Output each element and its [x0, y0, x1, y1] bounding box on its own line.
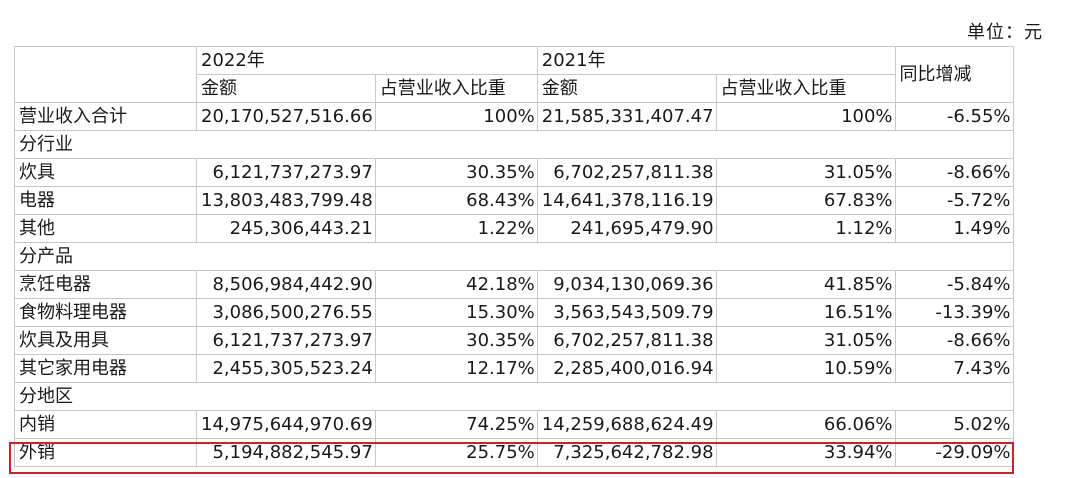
share-2021-cell: 66.06%: [715, 410, 896, 439]
amount-2022-cell: 6,121,737,273.97: [196, 326, 376, 355]
header-row-years: 2022年 2021年 同比增减: [14, 46, 1014, 103]
amount-2021-cell: 7,325,642,782.98: [536, 438, 717, 467]
table-row: 炊具 6,121,737,273.97 30.35% 6,702,257,811.38…: [14, 158, 1014, 187]
row-label: 内销: [14, 410, 197, 439]
section-row: 分地区: [14, 382, 1014, 411]
table-row: 炊具及用具 6,121,737,273.97 30.35% 6,702,257,811…: [14, 326, 1014, 355]
share-2022-cell: 68.43%: [374, 186, 538, 215]
row-label: 烹饪电器: [14, 270, 197, 299]
revenue-table: 2022年 2021年 同比增减 金额 占营业收入比重 金额 占营业收入比重 营…: [14, 46, 1014, 467]
yoy-cell: -8.66%: [894, 326, 1014, 355]
share-2021-cell: 100%: [715, 102, 896, 131]
share-2022-cell: 30.35%: [374, 326, 538, 355]
table-row: 烹饪电器 8,506,984,442.90 42.18% 9,034,130,069.…: [14, 270, 1014, 299]
row-label: 其他: [14, 214, 197, 243]
table-row: 其它家用电器 2,455,305,523.24 12.17% 2,285,400,01…: [14, 354, 1014, 383]
yoy-cell: -5.84%: [894, 270, 1014, 299]
header-year-2021: 2021年: [536, 46, 896, 75]
share-2021-cell: 31.05%: [715, 326, 896, 355]
table-row: 外销 5,194,882,545.97 25.75% 7,325,642,782.98…: [14, 438, 1014, 467]
amount-2022-cell: 6,121,737,273.97: [196, 158, 376, 187]
table-row: 内销 14,975,644,970.69 74.25% 14,259,688,624.…: [14, 410, 1014, 439]
amount-2022-cell: 8,506,984,442.90: [196, 270, 376, 299]
amount-2021-cell: 241,695,479.90: [536, 214, 717, 243]
section-row: 分产品: [14, 242, 1014, 271]
yoy-cell: 7.43%: [894, 354, 1014, 383]
share-2022-cell: 30.35%: [374, 158, 538, 187]
amount-2022-cell: 245,306,443.21: [196, 214, 376, 243]
amount-2022-cell: 3,086,500,276.55: [196, 298, 376, 327]
yoy-cell: 5.02%: [894, 410, 1014, 439]
share-2022-cell: 42.18%: [374, 270, 538, 299]
amount-2021-cell: 3,563,543,509.79: [536, 298, 717, 327]
share-2022-cell: 1.22%: [374, 214, 538, 243]
amount-2021-cell: 14,641,378,116.19: [536, 186, 717, 215]
amount-2022-cell: 14,975,644,970.69: [196, 410, 376, 439]
share-2022-cell: 12.17%: [374, 354, 538, 383]
amount-2022-cell: 20,170,527,516.66: [196, 102, 376, 131]
table-row: 营业收入合计 20,170,527,516.66 100% 21,585,331,40…: [14, 102, 1014, 131]
yoy-cell: -5.72%: [894, 186, 1014, 215]
revenue-table-body: 2022年 2021年 同比增减 金额 占营业收入比重 金额 占营业收入比重 营…: [14, 46, 1014, 467]
row-label: 营业收入合计: [14, 102, 197, 131]
amount-2021-cell: 6,702,257,811.38: [536, 326, 717, 355]
yoy-cell: -29.09%: [894, 438, 1014, 467]
header-share-2022: 占营业收入比重: [374, 74, 538, 103]
share-2022-cell: 15.30%: [374, 298, 538, 327]
header-year-2022: 2022年: [196, 46, 538, 75]
yoy-cell: -6.55%: [894, 102, 1014, 131]
share-2021-cell: 41.85%: [715, 270, 896, 299]
section-label: 分地区: [14, 382, 1014, 411]
section-label: 分产品: [14, 242, 1014, 271]
yoy-cell: 1.49%: [894, 214, 1014, 243]
amount-2021-cell: 2,285,400,016.94: [536, 354, 717, 383]
row-label: 炊具及用具: [14, 326, 197, 355]
yoy-cell: -8.66%: [894, 158, 1014, 187]
row-label: 炊具: [14, 158, 197, 187]
header-corner-cell: [14, 46, 197, 103]
share-2021-cell: 33.94%: [715, 438, 896, 467]
table-row: 电器 13,803,483,799.48 68.43% 14,641,378,116.…: [14, 186, 1014, 215]
share-2022-cell: 74.25%: [374, 410, 538, 439]
row-label: 其它家用电器: [14, 354, 197, 383]
yoy-cell: -13.39%: [894, 298, 1014, 327]
amount-2022-cell: 2,455,305,523.24: [196, 354, 376, 383]
share-2021-cell: 31.05%: [715, 158, 896, 187]
share-2021-cell: 67.83%: [715, 186, 896, 215]
share-2022-cell: 25.75%: [374, 438, 538, 467]
header-amount-2021: 金额: [536, 74, 717, 103]
row-label: 食物料理电器: [14, 298, 197, 327]
section-row: 分行业: [14, 130, 1014, 159]
section-label: 分行业: [14, 130, 1014, 159]
share-2021-cell: 1.12%: [715, 214, 896, 243]
amount-2021-cell: 21,585,331,407.47: [536, 102, 717, 131]
amount-2021-cell: 6,702,257,811.38: [536, 158, 717, 187]
header-amount-2022: 金额: [196, 74, 376, 103]
share-2021-cell: 10.59%: [715, 354, 896, 383]
table-row: 食物料理电器 3,086,500,276.55 15.30% 3,563,543,50…: [14, 298, 1014, 327]
header-share-2021: 占营业收入比重: [715, 74, 896, 103]
share-2022-cell: 100%: [374, 102, 538, 131]
header-yoy: 同比增减: [894, 46, 1014, 103]
unit-label: 单位：元: [967, 22, 1043, 43]
share-2021-cell: 16.51%: [715, 298, 896, 327]
row-label: 外销: [14, 438, 197, 467]
row-label: 电器: [14, 186, 197, 215]
amount-2022-cell: 5,194,882,545.97: [196, 438, 376, 467]
amount-2021-cell: 9,034,130,069.36: [536, 270, 717, 299]
amount-2021-cell: 14,259,688,624.49: [536, 410, 717, 439]
amount-2022-cell: 13,803,483,799.48: [196, 186, 376, 215]
table-row: 其他 245,306,443.21 1.22% 241,695,479.90 1.12%…: [14, 214, 1014, 243]
